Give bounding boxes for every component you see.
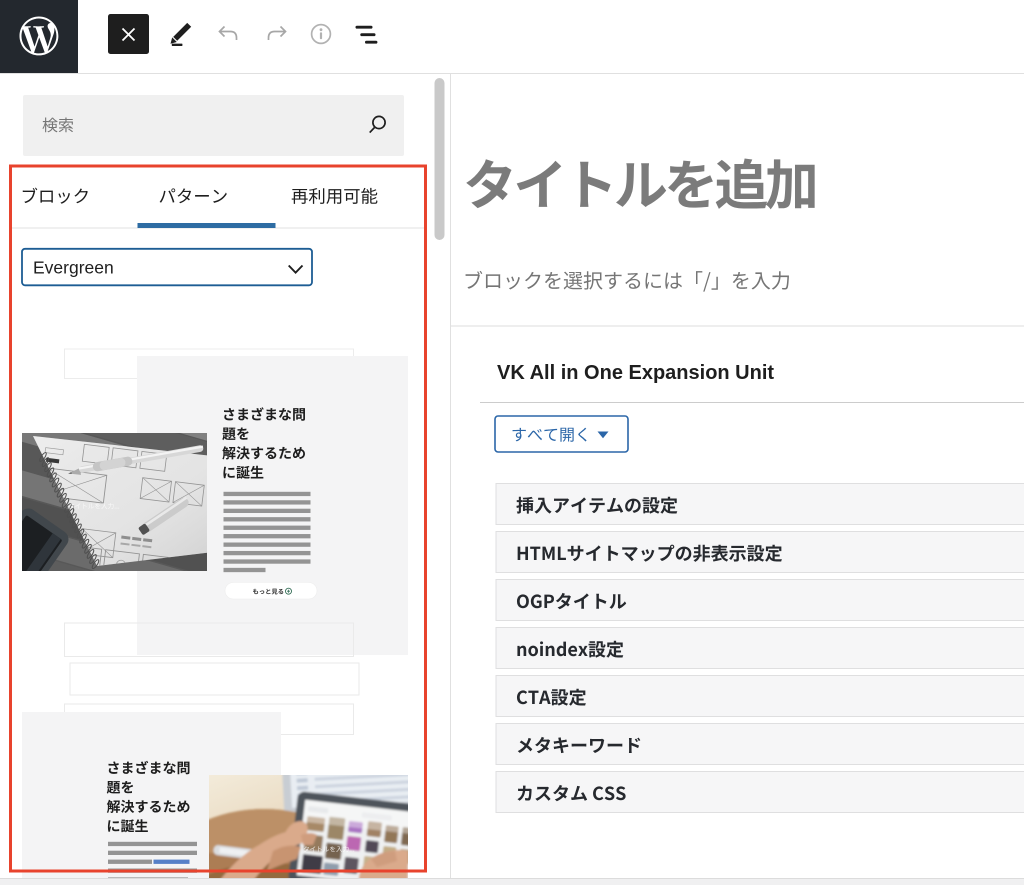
svg-text:Evergreen: Evergreen (33, 258, 114, 278)
svg-text:VK All in One Expansion Unit: VK All in One Expansion Unit (497, 362, 774, 384)
